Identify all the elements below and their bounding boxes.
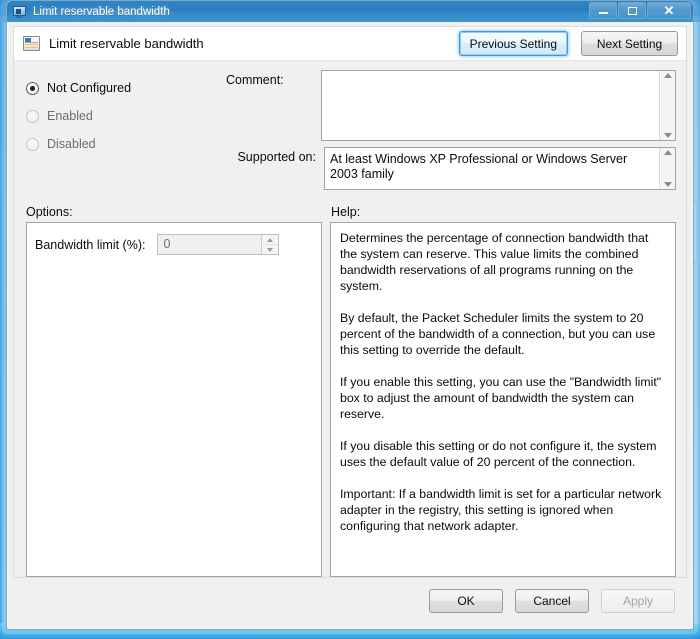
comment-label: Comment: — [226, 73, 284, 87]
help-label: Help: — [331, 205, 361, 219]
supported-on-row: Supported on: At least Windows XP Profes… — [226, 147, 676, 190]
radio-disabled[interactable]: Disabled — [26, 130, 226, 158]
dialog-footer: OK Cancel Apply — [13, 578, 687, 624]
field-column: Comment: Supported on: At least Windows … — [226, 70, 686, 199]
options-pane: Bandwidth limit (%): 0 — [26, 222, 322, 577]
setting-header: Limit reservable bandwidth Previous Sett… — [13, 26, 687, 60]
minimize-button[interactable] — [589, 2, 617, 19]
previous-setting-button[interactable]: Previous Setting — [458, 31, 568, 56]
comment-input[interactable] — [321, 70, 676, 141]
bandwidth-limit-row: Bandwidth limit (%): 0 — [35, 234, 313, 255]
radio-enabled[interactable]: Enabled — [26, 102, 226, 130]
help-content: Determines the percentage of connection … — [331, 223, 675, 576]
options-content: Bandwidth limit (%): 0 — [27, 223, 321, 576]
stepper-up-icon[interactable] — [262, 235, 278, 244]
next-setting-button[interactable]: Next Setting — [581, 31, 678, 56]
radio-disabled-label: Disabled — [47, 137, 96, 151]
comment-row: Comment: — [226, 70, 676, 141]
setting-nav-buttons: Previous Setting Next Setting — [458, 31, 678, 56]
minimize-icon — [598, 12, 608, 14]
stepper-down-icon[interactable] — [262, 244, 279, 254]
help-paragraph-5: Important: If a bandwidth limit is set f… — [340, 487, 662, 533]
policy-monitor-icon — [12, 4, 28, 20]
policy-setting-dialog: Limit reservable bandwidth ✕ Limit reser… — [6, 0, 694, 630]
section-labels: Options: Help: — [14, 199, 686, 222]
radio-not-configured[interactable]: Not Configured — [26, 74, 226, 102]
radio-enabled-mark — [26, 109, 39, 123]
comment-scrollbar[interactable] — [659, 71, 675, 140]
help-paragraph-2: By default, the Packet Scheduler limits … — [340, 311, 656, 357]
bandwidth-limit-value: 0 — [163, 237, 171, 251]
scroll-up-icon[interactable] — [663, 150, 672, 155]
scroll-down-icon[interactable] — [663, 182, 672, 187]
ok-button[interactable]: OK — [429, 589, 503, 613]
help-pane: Determines the percentage of connection … — [330, 222, 676, 577]
state-radio-group: Not Configured Enabled Disabled — [14, 70, 226, 199]
maximize-button[interactable] — [618, 2, 646, 19]
options-label: Options: — [26, 205, 73, 219]
setting-title: Limit reservable bandwidth — [49, 36, 204, 51]
dialog-title: Limit reservable bandwidth — [33, 5, 170, 18]
close-button[interactable]: ✕ — [647, 2, 691, 19]
scroll-up-icon[interactable] — [663, 73, 672, 78]
bandwidth-limit-stepper[interactable]: 0 — [157, 234, 280, 255]
supported-on-value: At least Windows XP Professional or Wind… — [330, 152, 628, 181]
policy-setting-icon — [23, 36, 40, 51]
close-icon: ✕ — [663, 3, 675, 18]
radio-disabled-mark — [26, 137, 39, 151]
scroll-down-icon[interactable] — [663, 133, 672, 138]
supported-on-scrollbar[interactable] — [659, 148, 675, 189]
window-controls: ✕ — [589, 2, 691, 19]
panes-container: Bandwidth limit (%): 0 Determines the pe… — [14, 222, 686, 577]
radio-enabled-label: Enabled — [47, 109, 93, 123]
help-paragraph-4: If you disable this setting or do not co… — [340, 439, 657, 469]
radio-not-configured-mark — [26, 81, 39, 95]
dialog-title-bar[interactable]: Limit reservable bandwidth ✕ — [7, 1, 693, 22]
radio-not-configured-label: Not Configured — [47, 81, 132, 95]
dialog-body: Not Configured Enabled Disabled Comment: — [13, 60, 687, 578]
supported-on-input[interactable]: At least Windows XP Professional or Wind… — [324, 147, 676, 190]
supported-on-label: Supported on: — [237, 150, 316, 164]
stepper-buttons — [261, 235, 279, 254]
cancel-button[interactable]: Cancel — [515, 589, 589, 613]
configuration-area: Not Configured Enabled Disabled Comment: — [14, 61, 686, 199]
comment-value — [322, 71, 659, 140]
maximize-icon — [627, 6, 637, 15]
bandwidth-limit-label: Bandwidth limit (%): — [35, 237, 146, 252]
help-paragraph-1: Determines the percentage of connection … — [340, 231, 649, 293]
help-paragraph-3: If you enable this setting, you can use … — [340, 375, 662, 421]
apply-button: Apply — [601, 589, 675, 613]
